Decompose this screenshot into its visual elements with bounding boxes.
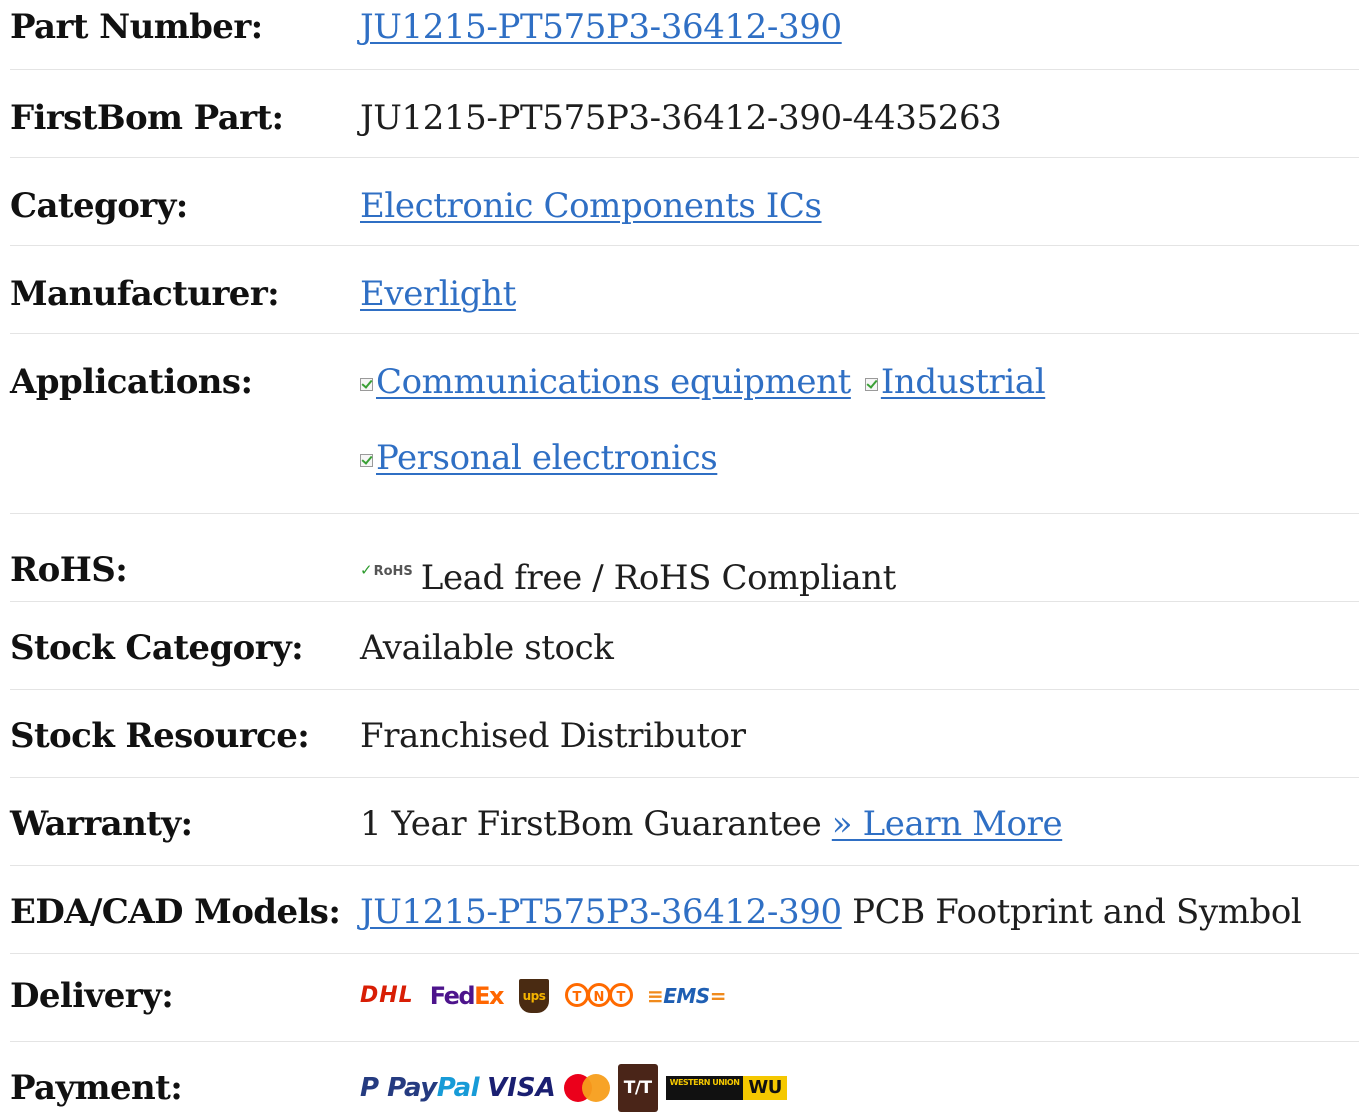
application-link-industrial[interactable]: Industrial <box>881 362 1046 402</box>
payment-label: Payment: <box>10 1068 183 1108</box>
western-union-logo-icon: WESTERN UNION WU <box>665 1076 787 1100</box>
part-details-table: Part Number: JU1215-PT575P3-36412-390 Fi… <box>10 0 1359 1112</box>
row-eda-cad: EDA/CAD Models: JU1215-PT575P3-36412-390… <box>10 866 1359 954</box>
row-payment: Payment: P PayPal VISA T/T WESTERN UNION… <box>10 1042 1359 1112</box>
category-label: Category: <box>10 186 188 226</box>
part-number-label: Part Number: <box>10 7 263 47</box>
ups-logo-icon: ups <box>518 979 549 1013</box>
stock-category-value: Available stock <box>360 628 614 668</box>
row-stock-category: Stock Category: Available stock <box>10 602 1359 690</box>
part-number-link[interactable]: JU1215-PT575P3-36412-390 <box>360 7 842 47</box>
paypal-logo-icon: P PayPal <box>360 1073 480 1103</box>
application-link-communications[interactable]: Communications equipment <box>376 362 851 402</box>
ems-logo-icon: ≡EMS= <box>646 984 727 1008</box>
checkbox-checked-icon <box>864 378 878 391</box>
payment-methods: P PayPal VISA T/T WESTERN UNION WU <box>360 1064 1359 1112</box>
manufacturer-link[interactable]: Everlight <box>360 274 516 314</box>
learn-more-link[interactable]: » Learn More <box>832 804 1063 844</box>
fedex-logo-icon: FedEx <box>429 982 505 1010</box>
row-applications: Applications: Communications equipment In… <box>10 334 1359 514</box>
checkbox-checked-icon <box>360 454 373 467</box>
eda-cad-suffix: PCB Footprint and Symbol <box>852 892 1302 932</box>
category-link[interactable]: Electronic Components ICs <box>360 186 822 226</box>
tnt-logo-icon: TNT <box>564 974 633 1018</box>
mastercard-logo-icon <box>563 1074 610 1102</box>
firstbom-part-label: FirstBom Part: <box>10 98 284 138</box>
delivery-label: Delivery: <box>10 976 174 1016</box>
dhl-logo-icon: DHL <box>360 983 414 1008</box>
telegraphic-transfer-logo-icon: T/T <box>617 1064 658 1112</box>
application-link-personal-electronics[interactable]: Personal electronics <box>376 438 718 478</box>
application-item: Communications equipment <box>360 344 851 420</box>
rohs-label: RoHS: <box>10 550 128 590</box>
row-category: Category: Electronic Components ICs <box>10 158 1359 246</box>
warranty-value: 1 Year FirstBom Guarantee <box>360 804 822 844</box>
rohs-value: Lead free / RoHS Compliant <box>420 558 897 598</box>
manufacturer-label: Manufacturer: <box>10 274 280 314</box>
row-manufacturer: Manufacturer: Everlight <box>10 246 1359 334</box>
row-rohs: RoHS: ✓RoHS Lead free / RoHS Compliant <box>10 514 1359 602</box>
delivery-carriers: DHL FedEx ups TNT ≡EMS= <box>360 974 1359 1018</box>
row-delivery: Delivery: DHL FedEx ups TNT ≡EMS= <box>10 954 1359 1042</box>
applications-list: Communications equipment Industrial Perso… <box>360 344 1359 496</box>
visa-logo-icon: VISA <box>487 1073 556 1103</box>
eda-cad-link[interactable]: JU1215-PT575P3-36412-390 <box>360 892 842 932</box>
application-item: Industrial <box>864 344 1046 420</box>
eda-cad-label: EDA/CAD Models: <box>10 892 341 932</box>
applications-label: Applications: <box>10 362 253 402</box>
stock-category-label: Stock Category: <box>10 628 304 668</box>
row-part-number: Part Number: JU1215-PT575P3-36412-390 <box>10 0 1359 70</box>
row-warranty: Warranty: 1 Year FirstBom Guarantee » Le… <box>10 778 1359 866</box>
rohs-logo-icon: ✓RoHS <box>360 561 413 579</box>
row-stock-resource: Stock Resource: Franchised Distributor <box>10 690 1359 778</box>
warranty-label: Warranty: <box>10 804 193 844</box>
row-firstbom-part: FirstBom Part: JU1215-PT575P3-36412-390-… <box>10 70 1359 158</box>
checkbox-checked-icon <box>360 378 373 391</box>
application-item: Personal electronics <box>360 420 718 496</box>
firstbom-part-value: JU1215-PT575P3-36412-390-4435263 <box>360 98 1002 138</box>
stock-resource-value: Franchised Distributor <box>360 716 746 756</box>
stock-resource-label: Stock Resource: <box>10 716 310 756</box>
